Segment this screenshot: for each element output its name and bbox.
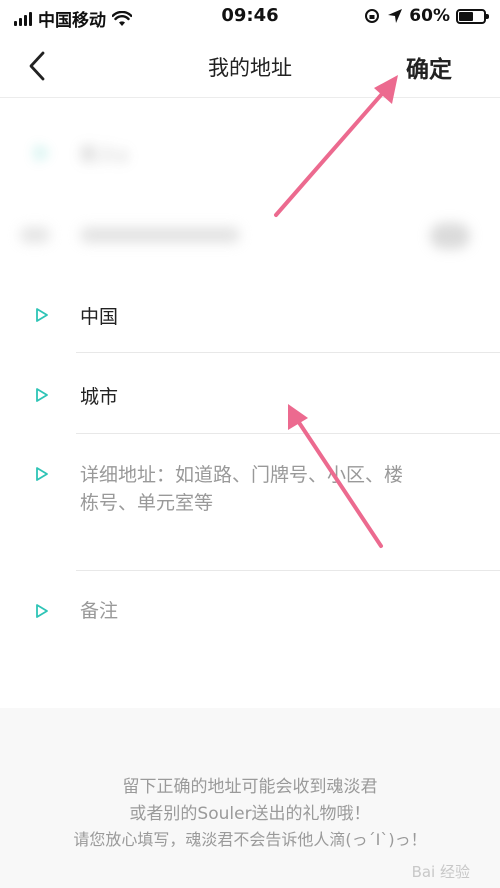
phone-row[interactable] — [0, 215, 500, 255]
country-row[interactable]: 中国 — [0, 298, 500, 334]
footer-line-3: 请您放心填写，魂淡君不会告诉他人滴(っ´Ι`)っ！ — [73, 830, 427, 849]
play-outline-icon — [36, 467, 48, 481]
city-value: 城市 — [80, 386, 119, 408]
detail-address-placeholder-line2: 栋号、单元室等 — [80, 492, 214, 514]
status-right: 60% — [363, 6, 489, 26]
divider — [76, 352, 500, 353]
divider — [76, 570, 500, 571]
footer-line-2: 或者别的Souler送出的礼物哦！ — [129, 804, 371, 824]
city-row[interactable]: 城市 — [0, 378, 500, 414]
footer-line-1: 留下正确的地址可能会收到魂淡君 — [122, 777, 378, 797]
phone-icon — [20, 227, 50, 243]
contacts-button[interactable] — [430, 223, 470, 249]
watermark: Bai 经验 — [411, 863, 470, 881]
remark-field[interactable]: 备注 — [0, 592, 500, 628]
status-bar: 中国移动 09:46 60% — [0, 0, 500, 34]
footer-notice: 留下正确的地址可能会收到魂淡君 或者别的Souler送出的礼物哦！ 请您放心填写… — [0, 708, 500, 888]
play-outline-icon — [36, 388, 48, 402]
name-field-value: 新人s — [80, 144, 128, 166]
detail-address-placeholder-line1: 详细地址：如道路、门牌号、小区、楼 — [80, 464, 404, 486]
battery-fill — [459, 11, 474, 21]
phone-field-value — [80, 227, 240, 243]
confirm-button[interactable]: 确定 — [406, 50, 452, 84]
detail-address-field[interactable]: 详细地址：如道路、门牌号、小区、楼 栋号、单元室等 — [0, 456, 500, 566]
location-arrow-icon — [388, 9, 403, 23]
nav-bar: 我的地址 确定 — [0, 34, 500, 98]
country-value: 中国 — [80, 306, 119, 328]
play-outline-icon — [36, 604, 48, 618]
divider — [76, 433, 500, 434]
play-outline-icon — [36, 146, 48, 160]
orientation-lock-icon — [365, 9, 380, 23]
play-outline-icon — [36, 308, 48, 322]
battery-percent: 60% — [409, 6, 450, 26]
remark-placeholder: 备注 — [80, 600, 119, 622]
name-row[interactable]: 新人s — [0, 138, 500, 168]
battery-icon — [456, 8, 489, 24]
